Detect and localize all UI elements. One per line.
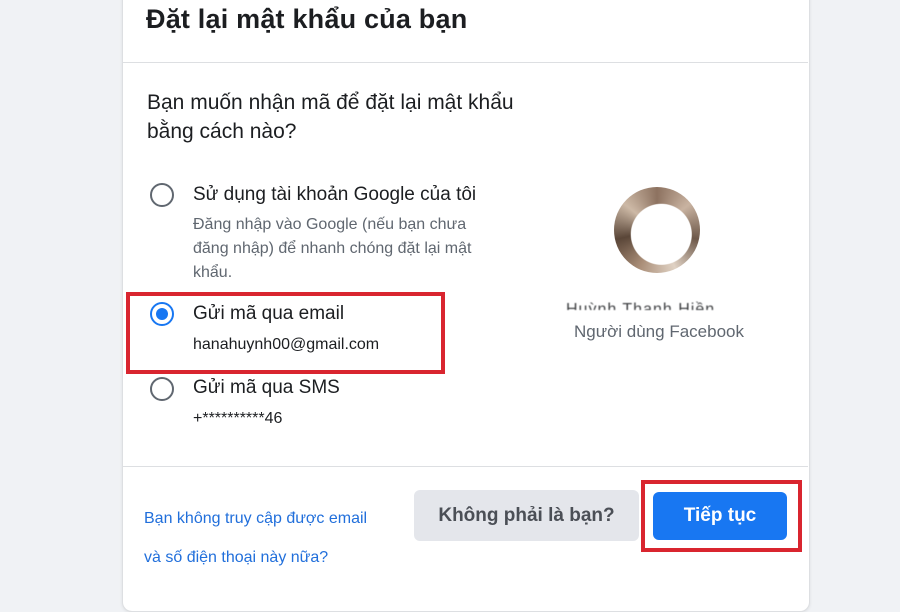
reset-method-question: Bạn muốn nhận mã để đặt lại mật khẩu bằn… <box>147 91 514 143</box>
header-divider <box>122 62 808 63</box>
email-address: hanahuynh00@gmail.com <box>193 336 380 353</box>
profile-name: Huỳnh Thanh Hiền <box>566 301 716 310</box>
google-option-label[interactable]: Sử dụng tài khoản Google của tôi <box>193 184 476 206</box>
masked-phone-number: +**********46 <box>193 410 283 427</box>
footer-divider <box>122 466 808 467</box>
profile-role: Người dùng Facebook <box>574 322 744 341</box>
google-option-description: Đăng nhập vào Google (nếu bạn chưa đăng … <box>193 213 523 285</box>
email-option-radio[interactable] <box>150 302 174 326</box>
continue-button[interactable]: Tiếp tục <box>653 492 787 540</box>
no-access-link-continued[interactable]: và số điện thoại này nữa? <box>144 549 328 567</box>
no-access-link[interactable]: Bạn không truy cập được email <box>144 510 367 528</box>
profile-avatar <box>614 187 700 273</box>
email-option-label[interactable]: Gửi mã qua email <box>193 303 344 325</box>
not-you-button[interactable]: Không phải là bạn? <box>414 490 639 541</box>
google-option-description-line: Đăng nhập vào Google (nếu bạn chưa <box>193 216 467 233</box>
google-option-description-line: khẩu. <box>193 264 233 281</box>
sms-option-radio[interactable] <box>150 377 174 401</box>
dialog-title: Đặt lại mật khẩu của bạn <box>146 4 468 34</box>
google-option-radio[interactable] <box>150 183 174 207</box>
sms-option-label[interactable]: Gửi mã qua SMS <box>193 377 340 399</box>
google-option-description-line: đăng nhập) để nhanh chóng đặt lại mật <box>193 240 472 257</box>
